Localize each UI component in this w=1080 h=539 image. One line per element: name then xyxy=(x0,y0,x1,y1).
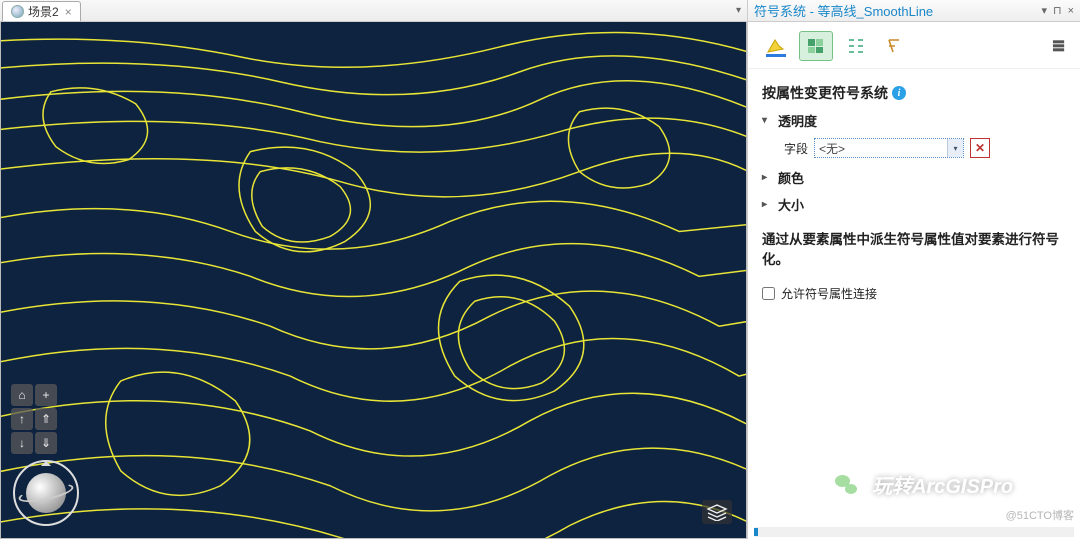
allow-connection-checkbox-row: 允许符号属性连接 xyxy=(762,285,1066,302)
watermark-text: @51CTO博客 xyxy=(1006,507,1074,523)
primary-symbology-button[interactable] xyxy=(760,32,792,60)
globe-icon xyxy=(11,5,24,18)
planet-icon xyxy=(26,473,66,513)
expression-button[interactable]: ✕ xyxy=(970,138,990,158)
allow-connection-checkbox[interactable] xyxy=(762,287,775,300)
checkbox-label: 允许符号属性连接 xyxy=(781,285,877,302)
section-title: 按属性变更符号系统 i xyxy=(762,83,1066,103)
transparency-expander[interactable]: ▾ 透明度 xyxy=(762,111,1066,130)
view-tab-bar: 场景2 × ▾ xyxy=(0,0,747,22)
navigation-controls: ⌂ + ↑ ⇑ ↓ ⇓ xyxy=(11,384,81,528)
chevron-right-icon: ▸ xyxy=(762,172,772,183)
field-combobox[interactable]: <无> ▾ xyxy=(814,138,964,158)
nav-zoom-in-button[interactable]: + xyxy=(35,384,57,406)
color-expander[interactable]: ▸ 颜色 xyxy=(762,168,1066,187)
description-text: 通过从要素属性中派生符号属性值对要素进行符号化。 xyxy=(762,230,1066,271)
nav-north-button[interactable]: ↑ xyxy=(11,408,33,430)
symbology-mode-toolbar: ━━━ xyxy=(748,22,1080,69)
field-label: 字段 xyxy=(784,140,808,157)
nav-down-button[interactable]: ⇓ xyxy=(35,432,57,454)
map-3d-view[interactable]: ⌂ + ↑ ⇑ ↓ ⇓ xyxy=(0,22,747,539)
pin-icon[interactable]: ⊓ xyxy=(1053,4,1062,17)
compass-navigator[interactable] xyxy=(11,458,81,528)
tab-label: 场景2 xyxy=(28,3,59,20)
scene-tab[interactable]: 场景2 × xyxy=(2,1,81,21)
size-expander[interactable]: ▸ 大小 xyxy=(762,195,1066,214)
close-icon[interactable]: × xyxy=(1068,5,1074,17)
vary-by-attribute-button[interactable] xyxy=(800,32,832,60)
chevron-right-icon: ▸ xyxy=(762,199,772,210)
close-icon[interactable]: × xyxy=(65,5,72,19)
nav-home-button[interactable]: ⌂ xyxy=(11,384,33,406)
info-icon[interactable]: i xyxy=(892,86,906,100)
horizontal-scrollbar[interactable] xyxy=(754,527,1074,537)
panel-title: 符号系统 - 等高线_SmoothLine xyxy=(754,1,933,20)
nav-up-button[interactable]: ⇑ xyxy=(35,408,57,430)
panel-dropdown-icon[interactable]: ▾ xyxy=(1041,4,1047,17)
basemap-button[interactable] xyxy=(702,500,732,524)
panel-header: 符号系统 - 等高线_SmoothLine ▾ ⊓ × xyxy=(748,0,1080,22)
symbology-panel: 符号系统 - 等高线_SmoothLine ▾ ⊓ × ━━━ 按属性变更符号系… xyxy=(747,0,1080,539)
advanced-options-button[interactable] xyxy=(880,32,912,60)
nav-south-button[interactable]: ↓ xyxy=(11,432,33,454)
symbol-layers-button[interactable] xyxy=(840,32,872,60)
chevron-down-icon: ▾ xyxy=(762,115,772,126)
field-row: 字段 <无> ▾ ✕ xyxy=(784,138,1066,158)
panel-body: 按属性变更符号系统 i ▾ 透明度 字段 <无> ▾ ✕ ▸ 颜色 ▸ 大小 通… xyxy=(748,69,1080,539)
menu-icon[interactable]: ━━━ xyxy=(1049,36,1068,56)
tab-dropdown-icon[interactable]: ▾ xyxy=(736,5,741,16)
chevron-down-icon: ▾ xyxy=(947,139,963,157)
